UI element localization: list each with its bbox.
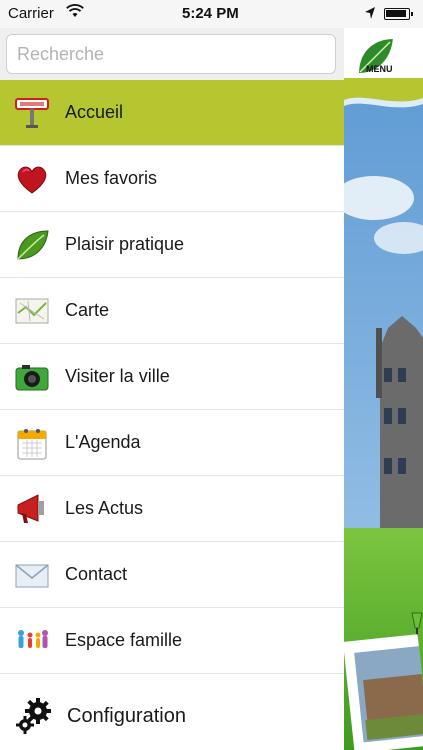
menu-item-label: Espace famille: [65, 630, 183, 650]
gears-icon: [14, 696, 54, 736]
menu-item-label: Contact: [65, 564, 128, 584]
menu-item-label: Configuration: [67, 704, 186, 727]
map-icon: [14, 293, 50, 329]
menu-button-label: MENU: [366, 64, 393, 74]
menu-item-agenda[interactable]: L'Agenda: [0, 410, 344, 476]
calendar-icon: [14, 425, 50, 461]
menu-item-accueil[interactable]: Accueil: [0, 80, 344, 146]
menu-item-label: Accueil: [65, 102, 124, 122]
megaphone-icon: [14, 491, 50, 527]
side-menu: Accueil Mes favoris Plaisir pratique Car…: [0, 80, 344, 750]
menu-item-visiter-la-ville[interactable]: Visiter la ville: [0, 344, 344, 410]
search-input[interactable]: [6, 34, 336, 74]
battery-icon: [384, 8, 413, 20]
menu-item-label: Carte: [65, 300, 110, 320]
home-background-image: [344, 78, 423, 750]
clock: 5:24 PM: [182, 5, 239, 22]
search-bar: [0, 28, 344, 80]
wifi-icon: [66, 4, 84, 17]
status-bar: Carrier 5:24 PM: [0, 0, 344, 28]
family-icon: [14, 623, 50, 659]
menu-item-contact[interactable]: Contact: [0, 542, 344, 608]
envelope-icon: [14, 557, 50, 593]
menu-item-label: Mes favoris: [65, 168, 158, 188]
menu-item-plaisir-pratique[interactable]: Plaisir pratique: [0, 212, 344, 278]
menu-item-carte[interactable]: Carte: [0, 278, 344, 344]
menu-item-les-actus[interactable]: Les Actus: [0, 476, 344, 542]
menu-item-espace-famille[interactable]: Espace famille: [0, 608, 344, 674]
status-bar-right: [344, 0, 423, 28]
menu-item-mes-favoris[interactable]: Mes favoris: [0, 146, 344, 212]
menu-item-label: Plaisir pratique: [65, 234, 185, 254]
camera-icon: [14, 359, 50, 395]
plaisir-sign-icon: [14, 95, 50, 131]
location-arrow-icon: [365, 7, 375, 19]
menu-item-label: Visiter la ville: [65, 366, 170, 386]
leaf-icon: [14, 227, 50, 263]
home-screen-preview[interactable]: MENU: [344, 28, 423, 750]
menu-item-configuration[interactable]: Configuration: [0, 682, 344, 750]
heart-icon: [14, 161, 50, 197]
carrier-label: Carrier: [8, 5, 54, 22]
menu-item-label: Les Actus: [65, 498, 144, 518]
menu-item-label: L'Agenda: [65, 432, 141, 452]
